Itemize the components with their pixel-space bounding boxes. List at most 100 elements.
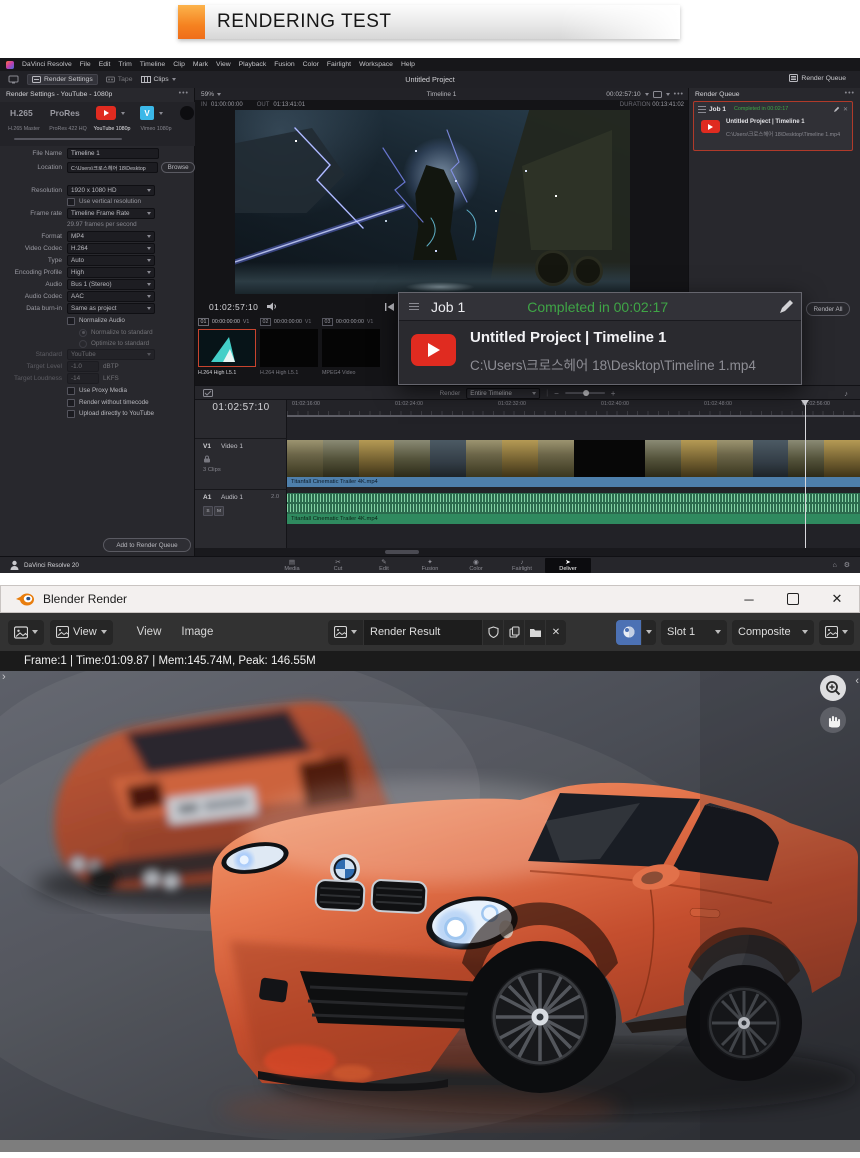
render-queue-toggle-button[interactable]: Render Queue bbox=[789, 74, 846, 82]
timeline-options-icon[interactable] bbox=[203, 389, 213, 397]
clip-thumbnail-3[interactable] bbox=[322, 329, 380, 367]
menu-app[interactable]: DaVinci Resolve bbox=[22, 61, 72, 68]
standard-select[interactable]: YouTube bbox=[67, 349, 155, 360]
unlink-image-button[interactable]: ✕ bbox=[546, 620, 566, 645]
gear-icon[interactable]: ⚙ bbox=[844, 561, 850, 569]
menu-fusion[interactable]: Fusion bbox=[274, 61, 294, 68]
menu-fairlight[interactable]: Fairlight bbox=[327, 61, 351, 68]
skip-back-icon[interactable] bbox=[385, 303, 395, 311]
chevron-down-icon[interactable] bbox=[159, 112, 163, 115]
panel-more-menu[interactable]: ••• bbox=[179, 90, 189, 97]
playhead-marker[interactable] bbox=[801, 400, 809, 406]
menu-edit[interactable]: Edit bbox=[99, 61, 111, 68]
optimize-standard-radio[interactable] bbox=[79, 340, 87, 348]
loudness-input[interactable]: -14 bbox=[67, 373, 99, 384]
channels-dropdown[interactable] bbox=[642, 620, 656, 645]
audio-clip-waveform[interactable] bbox=[287, 493, 860, 514]
timeline-playhead[interactable] bbox=[805, 400, 806, 548]
youtube-preset-icon[interactable] bbox=[96, 106, 116, 120]
menu-timeline[interactable]: Timeline bbox=[140, 61, 165, 68]
render-image-viewport[interactable]: › ‹ bbox=[0, 671, 860, 1140]
location-input[interactable]: C:\Users\크로스헤어 18\Desktop bbox=[67, 162, 158, 173]
viewer-more-menu[interactable]: ••• bbox=[674, 91, 684, 98]
video-clip-label[interactable]: Titanfall Cinematic Trailer 4K.mp4 bbox=[287, 477, 860, 487]
proxy-media-checkbox[interactable] bbox=[67, 387, 75, 395]
normalize-audio-checkbox[interactable] bbox=[67, 317, 75, 325]
audio-track-id[interactable]: A1 bbox=[203, 494, 211, 501]
file-name-input[interactable]: Timeline 1 bbox=[67, 148, 159, 159]
page-deliver[interactable]: ➤Deliver bbox=[545, 558, 591, 573]
normalize-standard-radio[interactable] bbox=[79, 329, 87, 337]
page-edit[interactable]: ✎Edit bbox=[361, 559, 407, 572]
menu-view[interactable]: View bbox=[137, 626, 162, 638]
fake-user-shield-button[interactable] bbox=[483, 620, 503, 645]
pan-hand-button[interactable] bbox=[820, 707, 846, 733]
preset-h265[interactable]: H.265 bbox=[10, 108, 33, 118]
menu-file[interactable]: File bbox=[80, 61, 91, 68]
pass-select[interactable]: Composite bbox=[732, 620, 814, 645]
menu-clip[interactable]: Clip bbox=[173, 61, 185, 68]
render-all-button[interactable]: Render All bbox=[806, 302, 850, 316]
menu-view[interactable]: View bbox=[216, 61, 231, 68]
zoom-out-icon[interactable]: − bbox=[554, 389, 559, 398]
audio-clip-label[interactable]: Titanfall Cinematic Trailer 4K.mp4 bbox=[287, 514, 860, 524]
add-to-render-queue-button[interactable]: Add to Render Queue bbox=[103, 538, 191, 552]
zoom-in-icon[interactable]: + bbox=[611, 389, 616, 398]
preset-h265-sub[interactable]: H.265 Master bbox=[2, 126, 46, 132]
queue-more-menu[interactable]: ••• bbox=[845, 90, 855, 97]
mute-button[interactable]: M bbox=[214, 506, 224, 516]
open-image-button[interactable] bbox=[525, 620, 545, 645]
lock-icon[interactable] bbox=[203, 455, 211, 463]
job-card[interactable]: Job 1 Completed in 00:02:17 ✕ Untitled P… bbox=[693, 101, 853, 151]
chevron-down-icon[interactable] bbox=[645, 93, 649, 96]
page-media[interactable]: ▤Media bbox=[269, 559, 315, 572]
tiktok-preset-icon[interactable] bbox=[180, 106, 194, 120]
vertical-resolution-checkbox[interactable] bbox=[67, 198, 75, 206]
clip-thumbnail-1[interactable] bbox=[198, 329, 256, 367]
new-image-button[interactable] bbox=[504, 620, 524, 645]
menu-trim[interactable]: Trim bbox=[118, 61, 131, 68]
edit-pencil-icon[interactable] bbox=[833, 106, 840, 113]
home-icon[interactable]: ⌂ bbox=[832, 562, 836, 569]
menu-workspace[interactable]: Workspace bbox=[359, 61, 393, 68]
slot-select[interactable]: Slot 1 bbox=[661, 620, 727, 645]
preset-prores[interactable]: ProRes bbox=[50, 108, 80, 118]
render-scope-select[interactable]: Entire Timeline bbox=[466, 388, 540, 399]
video-track-id[interactable]: V1 bbox=[203, 443, 211, 450]
audio-note-icon[interactable]: ♪ bbox=[844, 389, 848, 398]
right-region-toggle-icon[interactable]: ‹ bbox=[855, 675, 859, 687]
maximize-button[interactable] bbox=[771, 586, 815, 612]
audio-select[interactable]: Bus 1 (Stereo) bbox=[67, 279, 155, 290]
no-timecode-checkbox[interactable] bbox=[67, 399, 75, 407]
vimeo-preset-icon[interactable]: V bbox=[140, 106, 154, 120]
frame-rate-select[interactable]: Timeline Frame Rate bbox=[67, 208, 155, 219]
menu-color[interactable]: Color bbox=[303, 61, 319, 68]
chevron-down-icon[interactable] bbox=[666, 93, 670, 96]
format-select[interactable]: MP4 bbox=[67, 231, 155, 242]
zoom-in-button[interactable] bbox=[820, 675, 846, 701]
menu-image[interactable]: Image bbox=[181, 626, 213, 638]
timeline-zoom-slider[interactable] bbox=[565, 392, 605, 394]
display-channels-button[interactable] bbox=[616, 620, 641, 645]
data-burn-in-select[interactable]: Same as project bbox=[67, 303, 155, 314]
video-codec-select[interactable]: H.264 bbox=[67, 243, 155, 254]
timeline-scroll-indicator[interactable] bbox=[287, 415, 860, 417]
page-cut[interactable]: ✂Cut bbox=[315, 559, 361, 572]
timeline-ruler[interactable]: 01:02:16:00 01:02:24:00 01:02:32:00 01:0… bbox=[287, 400, 860, 415]
encoding-profile-select[interactable]: High bbox=[67, 267, 155, 278]
resolution-select[interactable]: 1920 x 1080 HD bbox=[67, 185, 155, 196]
preset-prores-sub[interactable]: ProRes 422 HQ bbox=[46, 126, 90, 132]
close-button[interactable]: ✕ bbox=[815, 586, 859, 612]
upload-youtube-checkbox[interactable] bbox=[67, 410, 75, 418]
chevron-down-icon[interactable] bbox=[121, 112, 125, 115]
preset-vimeo-sub[interactable]: Vimeo 1080p bbox=[134, 126, 178, 132]
image-name-field[interactable]: Render Result bbox=[364, 620, 482, 645]
solo-button[interactable]: S bbox=[203, 506, 213, 516]
minimize-button[interactable]: ─ bbox=[727, 586, 771, 612]
type-select[interactable]: Auto bbox=[67, 255, 155, 266]
audio-codec-select[interactable]: AAC bbox=[67, 291, 155, 302]
left-region-toggle-icon[interactable]: › bbox=[2, 671, 6, 683]
speaker-icon[interactable] bbox=[267, 302, 278, 311]
page-fusion[interactable]: ✦Fusion bbox=[407, 559, 453, 572]
menu-mark[interactable]: Mark bbox=[193, 61, 208, 68]
